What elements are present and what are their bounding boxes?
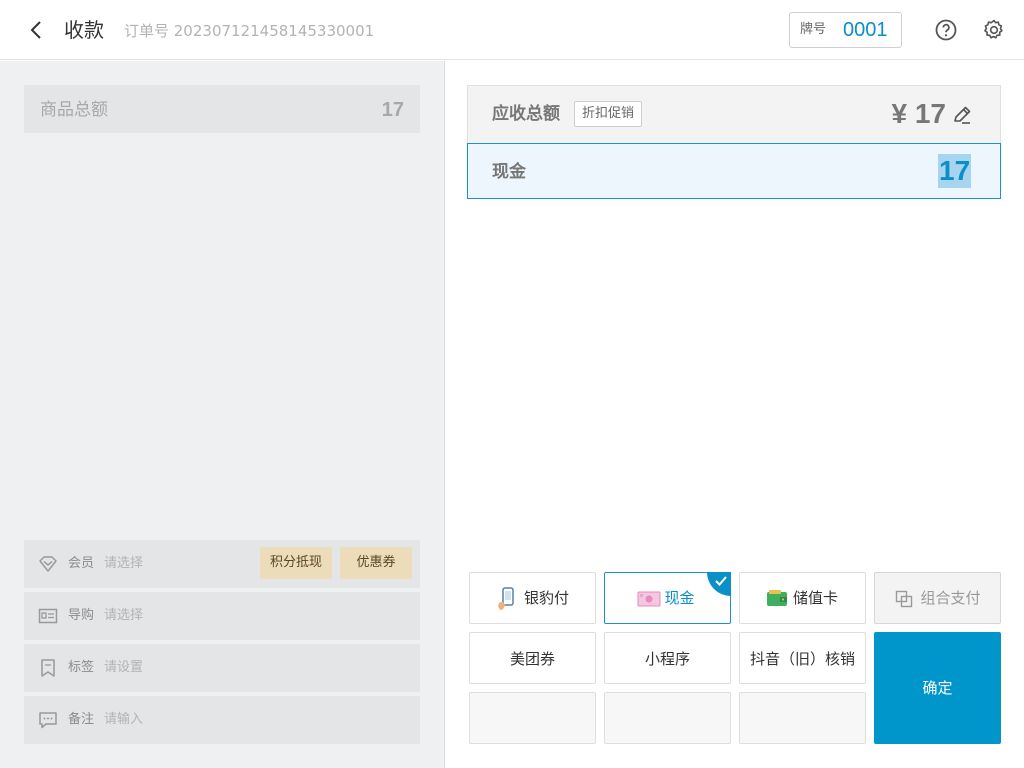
coupon-button[interactable]: 优惠券: [340, 547, 412, 579]
mini-program-label: 小程序: [644, 650, 690, 668]
amount-due-value: ¥ 17: [891, 98, 947, 129]
combined-pay-button[interactable]: 组合支付: [874, 572, 1001, 624]
cash-pay-button[interactable]: 现金: [604, 572, 731, 624]
bookmark-icon: [41, 659, 55, 677]
selected-check-icon: [707, 572, 731, 596]
tag-number-value[interactable]: 0001: [843, 16, 888, 44]
note-placeholder: 请输入: [104, 712, 144, 727]
cash-payment-row[interactable]: [467, 143, 1001, 199]
note-row[interactable]: 备注 请输入: [24, 696, 420, 744]
yinbaofu-pay-label: 银豹付: [523, 589, 569, 607]
stored-value-card-label: 储值卡: [792, 589, 838, 607]
panel-divider: [444, 61, 445, 768]
cash-amount-input[interactable]: 17: [938, 154, 972, 188]
comment-icon: [39, 712, 57, 729]
empty-pay-slot: [604, 692, 731, 744]
order-number: 订单号 20230712145814533000​1: [124, 22, 375, 40]
label-row[interactable]: 标签 请设置: [24, 644, 420, 692]
back-chevron-icon[interactable]: [26, 18, 48, 42]
pencil-icon[interactable]: [951, 104, 973, 126]
stored-value-card-button[interactable]: 储值卡: [739, 572, 866, 624]
meituan-coupon-button[interactable]: 美团券: [469, 632, 596, 684]
member-placeholder: 请选择: [104, 556, 144, 571]
gear-icon[interactable]: [982, 18, 1006, 42]
guide-label: 导购: [68, 608, 95, 623]
label-label: 标签: [68, 660, 95, 675]
combined-pay-label: 组合支付: [920, 589, 981, 607]
yinbaofu-pay-button[interactable]: 银豹付: [469, 572, 596, 624]
page-title: 收款: [64, 18, 104, 42]
amount-due-label: 应收总额: [492, 104, 560, 124]
points-deduct-button[interactable]: 积分抵现: [260, 547, 332, 579]
member-row[interactable]: 会员 请选择 积分抵现 优惠券: [24, 540, 420, 588]
meituan-coupon-label: 美团券: [509, 650, 555, 668]
label-placeholder: 请设置: [104, 660, 144, 675]
goods-total-value: 17: [381, 99, 404, 121]
diamond-icon: [39, 556, 57, 572]
help-circle-icon[interactable]: [934, 18, 958, 42]
id-card-icon: [38, 608, 58, 624]
mini-program-button[interactable]: 小程序: [604, 632, 731, 684]
guide-placeholder: 请选择: [104, 608, 144, 623]
tag-number-label: 牌号: [800, 22, 827, 37]
goods-total-label: 商品总额: [40, 100, 108, 120]
douyin-redeem-label: 抖音（旧）核销: [749, 650, 855, 668]
douyin-redeem-button[interactable]: 抖音（旧）核销: [739, 632, 866, 684]
note-label: 备注: [68, 712, 95, 727]
confirm-button[interactable]: 确定: [874, 632, 1001, 744]
member-label: 会员: [68, 556, 95, 571]
empty-pay-slot: [739, 692, 866, 744]
cash-payment-label: 现金: [492, 162, 526, 182]
empty-pay-slot: [469, 692, 596, 744]
discount-promo-button[interactable]: 折扣促销: [574, 101, 642, 127]
guide-row[interactable]: 导购 请选择: [24, 592, 420, 640]
